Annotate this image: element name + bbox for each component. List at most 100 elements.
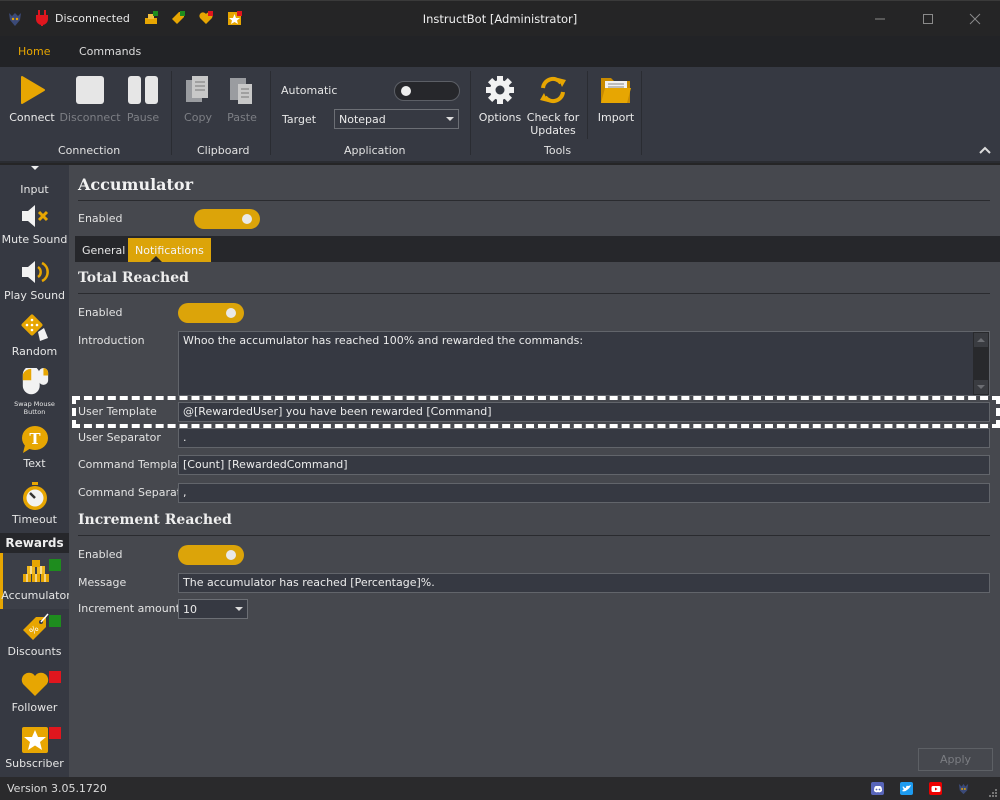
play-icon xyxy=(21,76,45,104)
import-button[interactable]: Import xyxy=(587,73,645,124)
folder-icon xyxy=(601,78,631,103)
app-logo-icon xyxy=(9,13,21,26)
pause-label: Pause xyxy=(126,111,160,124)
minimize-button[interactable] xyxy=(860,7,900,31)
stop-icon xyxy=(76,76,104,104)
sidebar-item-label: Swap Mouse Button xyxy=(14,400,55,416)
sidebar-item-label: Text xyxy=(23,457,46,470)
instructbot-logo-icon[interactable] xyxy=(957,782,970,795)
sidebar-item-label: Play Sound xyxy=(3,289,66,302)
discord-link[interactable] xyxy=(871,782,884,795)
sidebar-item-label: Discounts xyxy=(7,645,62,658)
increment-amount-select[interactable]: 10 xyxy=(178,599,248,619)
introduction-textarea[interactable]: Whoo the accumulator has reached 100% an… xyxy=(178,331,990,396)
resize-grip-icon[interactable] xyxy=(988,788,997,797)
tools-group-label: Tools xyxy=(544,144,572,157)
mouse-icon xyxy=(22,368,48,395)
user-separator-input[interactable]: . xyxy=(178,428,990,448)
tab-commands[interactable]: Commands xyxy=(79,45,141,58)
rewards-section-header: Rewards xyxy=(0,533,69,553)
twitter-link[interactable] xyxy=(900,782,913,795)
pause-button[interactable]: Pause xyxy=(114,73,172,124)
tab-notifications[interactable]: Notifications xyxy=(128,238,211,262)
check-for-updates-button[interactable]: Check for Updates xyxy=(524,73,582,137)
sidebar-item-subscriber[interactable]: Subscriber xyxy=(0,725,69,770)
text-bubble-icon: T xyxy=(21,426,48,453)
ribbon-tab-bar: Home Commands xyxy=(0,36,1000,68)
sidebar-item-text[interactable]: T Text xyxy=(0,425,69,470)
sidebar-item-play-sound[interactable]: Play Sound xyxy=(0,257,69,302)
maximize-button[interactable] xyxy=(908,7,948,31)
connection-status-text: Disconnected xyxy=(55,11,130,25)
textarea-scrollbar[interactable] xyxy=(973,332,989,395)
total-enabled-label: Enabled xyxy=(78,306,123,319)
minimize-icon xyxy=(875,18,885,20)
sidebar-item-mute-sound[interactable]: Mute Sound xyxy=(0,201,69,246)
sidebar: Input Mute Sound Play Sound Random Swap … xyxy=(0,165,69,777)
accumulator-quick-icon[interactable] xyxy=(143,10,159,26)
follower-icon xyxy=(21,672,48,696)
sidebar-item-timeout[interactable]: Timeout xyxy=(0,481,69,526)
arrow-up-icon xyxy=(977,338,985,342)
total-reached-enabled-toggle[interactable] xyxy=(178,303,244,323)
arrow-down-icon xyxy=(977,385,985,389)
scroll-up-button[interactable] xyxy=(974,333,988,347)
increment-reached-enabled-toggle[interactable] xyxy=(178,545,244,565)
subscriber-quick-icon[interactable] xyxy=(227,10,243,26)
section-divider xyxy=(78,293,990,294)
chevron-down-icon xyxy=(446,117,454,121)
sidebar-item-input[interactable]: Input xyxy=(0,165,69,196)
youtube-link[interactable] xyxy=(929,782,942,795)
group-divider xyxy=(641,71,642,155)
command-separator-input[interactable]: , xyxy=(178,483,990,503)
main-panel: Accumulator Enabled General Notification… xyxy=(69,165,1000,777)
disconnect-label: Disconnect xyxy=(59,111,121,124)
connect-label: Connect xyxy=(9,111,55,124)
sidebar-item-random[interactable]: Random xyxy=(0,313,69,358)
copy-label: Copy xyxy=(184,111,212,124)
svg-text:T: T xyxy=(29,430,41,448)
sidebar-item-label: Mute Sound xyxy=(1,233,68,246)
message-input[interactable]: The accumulator has reached [Percentage]… xyxy=(178,573,990,593)
follower-quick-icon[interactable] xyxy=(198,10,214,26)
page-title: Accumulator xyxy=(78,175,194,194)
sidebar-item-follower[interactable]: Follower xyxy=(0,669,69,714)
paste-label: Paste xyxy=(227,111,257,124)
swap-mouse-label-line2: Button xyxy=(23,408,46,416)
disabled-status-badge xyxy=(49,727,61,739)
youtube-icon xyxy=(931,785,940,792)
enabled-label: Enabled xyxy=(78,212,123,225)
accumulator-enabled-toggle[interactable] xyxy=(194,209,260,229)
user-template-input[interactable]: @[RewardedUser] you have been rewarded [… xyxy=(178,402,990,422)
sidebar-item-label: Subscriber xyxy=(5,757,64,770)
tab-home[interactable]: Home xyxy=(18,45,50,58)
target-select[interactable]: Notepad xyxy=(334,109,459,129)
scroll-down-button[interactable] xyxy=(974,380,988,394)
command-template-input[interactable]: [Count] [RewardedCommand] xyxy=(178,455,990,475)
accumulator-icon xyxy=(23,560,49,582)
paste-button[interactable]: Paste xyxy=(213,73,271,124)
paste-icon xyxy=(230,78,252,104)
options-button[interactable]: Options xyxy=(471,73,529,124)
sidebar-item-label: Random xyxy=(11,345,58,358)
message-label: Message xyxy=(78,576,127,589)
sidebar-item-swap-mouse-button[interactable]: Swap Mouse Button xyxy=(0,368,69,416)
sidebar-item-discounts[interactable]: % Discounts xyxy=(0,613,69,658)
increment-enabled-label: Enabled xyxy=(78,548,123,561)
connect-button[interactable]: Connect xyxy=(3,73,61,124)
import-label: Import xyxy=(597,111,635,124)
collapse-ribbon-icon[interactable] xyxy=(978,145,992,155)
apply-button[interactable]: Apply xyxy=(918,748,993,771)
disconnect-button[interactable]: Disconnect xyxy=(59,73,121,124)
tab-general[interactable]: General xyxy=(75,238,132,262)
play-sound-icon xyxy=(21,261,49,283)
options-label: Options xyxy=(478,111,522,124)
discounts-quick-icon[interactable] xyxy=(170,10,186,26)
close-button[interactable] xyxy=(955,7,995,31)
title-bar: Disconnected InstructBot [Administrator] xyxy=(0,0,1000,36)
close-icon xyxy=(969,13,981,25)
sidebar-item-accumulator[interactable]: Accumulator xyxy=(0,553,69,609)
automatic-toggle[interactable] xyxy=(394,81,460,101)
target-select-value: Notepad xyxy=(339,112,386,126)
enabled-status-badge xyxy=(49,615,61,627)
